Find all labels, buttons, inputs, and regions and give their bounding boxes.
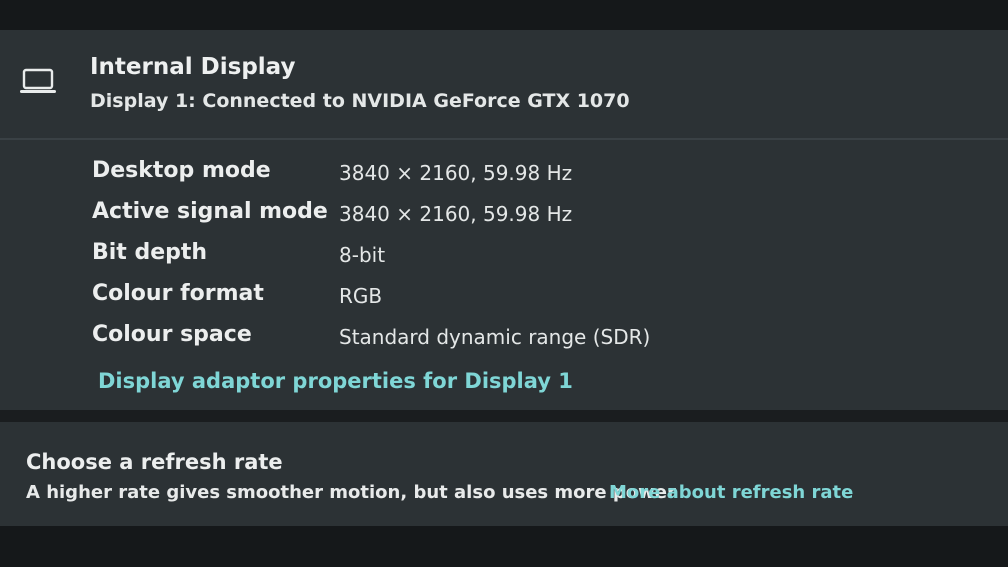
property-row-bit-depth: Bit depth 8-bit — [92, 240, 972, 281]
refresh-rate-card: Choose a refresh rate A higher rate give… — [0, 422, 1008, 526]
display-adaptor-properties-link[interactable]: Display adaptor properties for Display 1 — [98, 369, 573, 393]
property-label: Bit depth — [92, 240, 208, 265]
property-row-colour-space: Colour space Standard dynamic range (SDR… — [92, 322, 972, 363]
property-row-desktop-mode: Desktop mode 3840 × 2160, 59.98 Hz — [92, 158, 972, 199]
property-row-active-signal-mode: Active signal mode 3840 × 2160, 59.98 Hz — [92, 199, 972, 240]
property-label: Colour space — [92, 322, 252, 347]
refresh-rate-title: Choose a refresh rate — [26, 450, 283, 474]
top-strip — [0, 0, 1008, 30]
property-label: Colour format — [92, 281, 264, 306]
display-subtitle: Display 1: Connected to NVIDIA GeForce G… — [90, 90, 630, 112]
laptop-icon — [18, 66, 58, 96]
property-value: 3840 × 2160, 59.98 Hz — [339, 202, 573, 226]
display-title: Internal Display — [90, 54, 296, 80]
display-info-card: Internal Display Display 1: Connected to… — [0, 30, 1008, 410]
property-value: 3840 × 2160, 59.98 Hz — [339, 161, 573, 185]
property-value: 8-bit — [339, 243, 386, 267]
display-header: Internal Display Display 1: Connected to… — [0, 30, 1008, 140]
more-about-refresh-rate-link[interactable]: More about refresh rate — [609, 482, 853, 503]
property-label: Desktop mode — [92, 158, 271, 183]
property-value: RGB — [339, 284, 383, 308]
refresh-rate-description: A higher rate gives smoother motion, but… — [26, 482, 676, 503]
property-label: Active signal mode — [92, 199, 328, 224]
settings-screen: Internal Display Display 1: Connected to… — [0, 0, 1008, 567]
display-properties: Desktop mode 3840 × 2160, 59.98 Hz Activ… — [92, 158, 972, 363]
property-value: Standard dynamic range (SDR) — [339, 325, 651, 349]
bottom-strip — [0, 526, 1008, 567]
section-gap — [0, 410, 1008, 422]
property-row-colour-format: Colour format RGB — [92, 281, 972, 322]
